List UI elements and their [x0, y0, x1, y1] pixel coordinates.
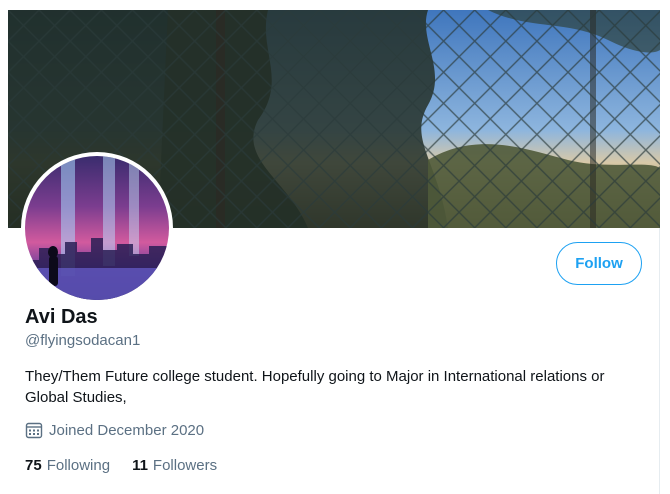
join-date: Joined December 2020 [25, 421, 204, 439]
followers-label: Followers [152, 457, 218, 474]
avatar-image [25, 156, 169, 300]
calendar-icon [25, 421, 43, 439]
display-name: Avi Das [25, 306, 98, 328]
user-handle: @flyingsodacan1 [25, 332, 141, 349]
followers-count: 11 [132, 457, 148, 474]
profile-stats: 75 Following 11 Followers [25, 457, 217, 474]
following-label: Following [46, 457, 111, 474]
profile-card: Follow Avi Das @flyingsodacan1 They/Them… [8, 10, 660, 494]
join-date-text: Joined December 2020 [49, 421, 205, 439]
following-count: 75 [25, 457, 42, 474]
followers-link[interactable]: 11 Followers [132, 457, 217, 474]
follow-button[interactable]: Follow [556, 242, 642, 285]
following-link[interactable]: 75 Following [25, 457, 110, 474]
profile-bio: They/Them Future college student. Hopefu… [25, 368, 605, 406]
avatar[interactable] [21, 152, 173, 304]
